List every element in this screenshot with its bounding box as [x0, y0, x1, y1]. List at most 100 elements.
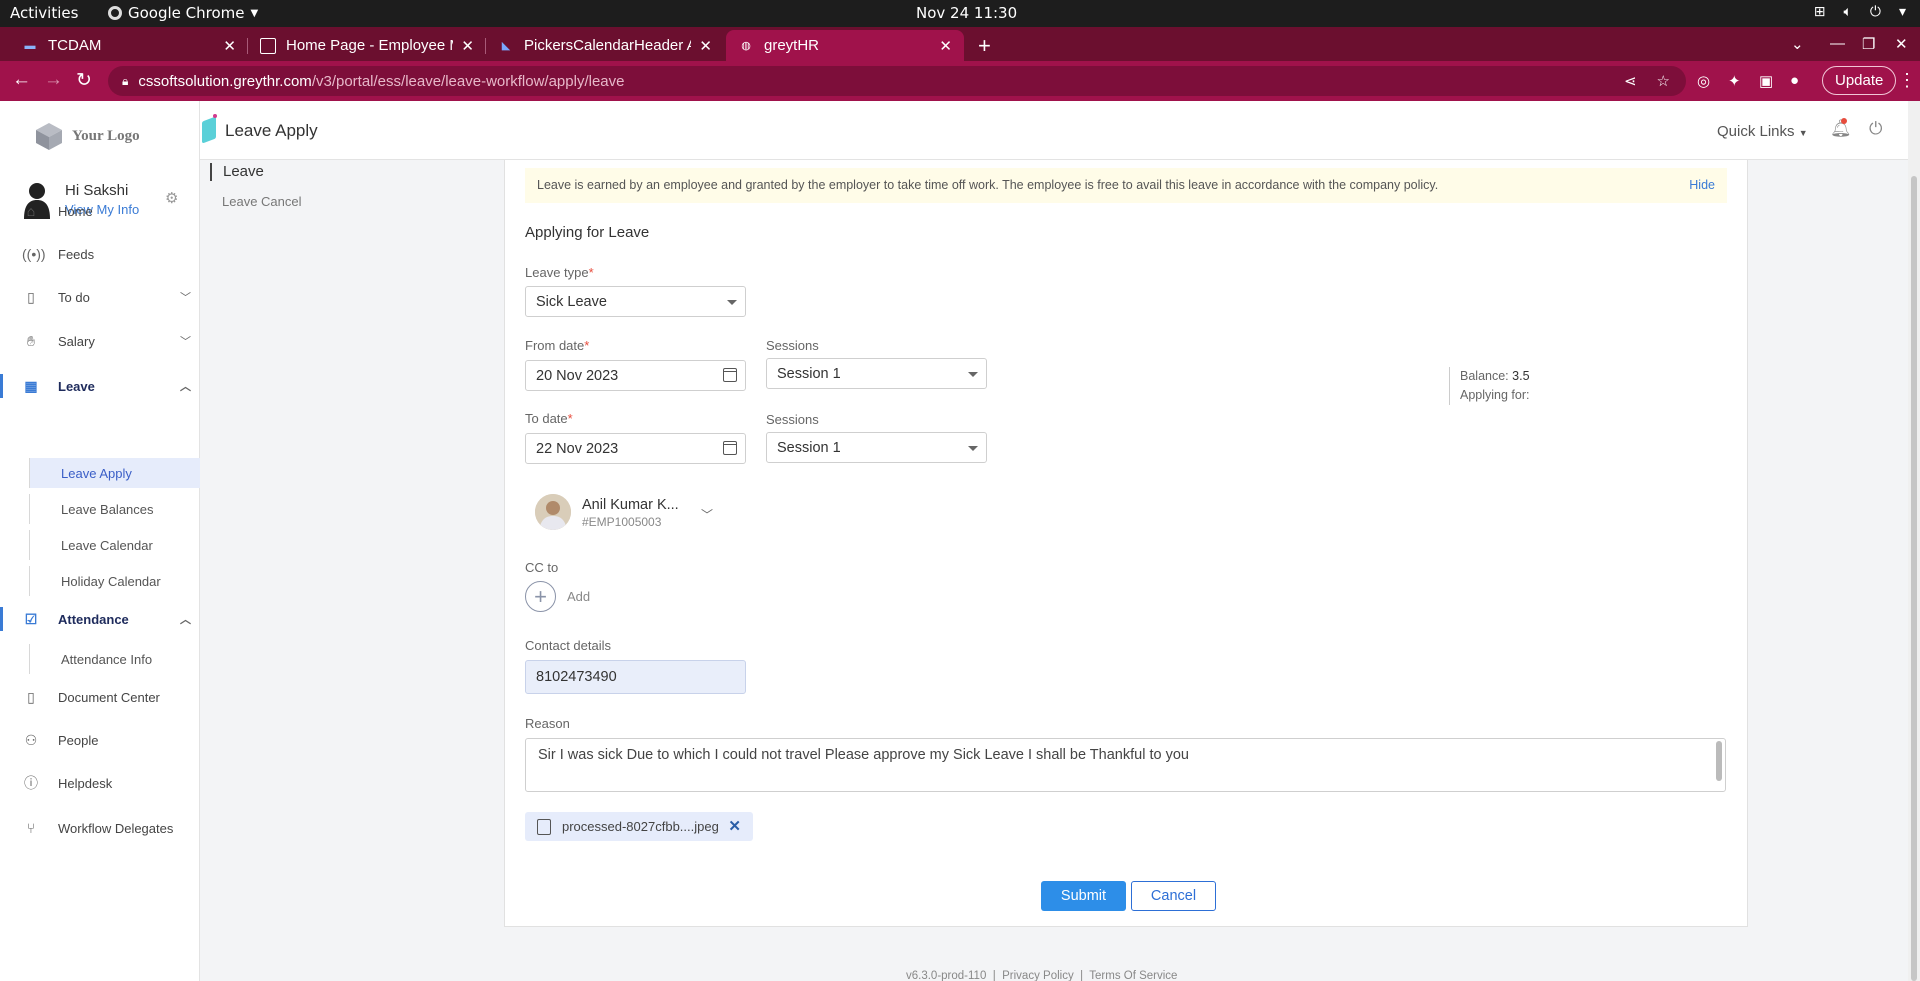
mui-favicon-icon: ◣	[501, 40, 511, 52]
side-panel-icon[interactable]: ▣	[1759, 72, 1773, 90]
leave-type-value: Sick Leave	[536, 294, 607, 310]
sidebar-item-label: Salary	[58, 333, 95, 349]
label-text: Leave type	[525, 265, 589, 280]
browser-tab-tcdam[interactable]: ▬ TCDAM ✕	[10, 30, 248, 61]
attachment-filename[interactable]: processed-8027cfbb....jpeg	[562, 819, 719, 834]
to-session-select[interactable]: Session 1	[766, 432, 987, 463]
logo-cube-icon	[36, 123, 62, 150]
form-section-title: Applying for Leave	[525, 224, 650, 241]
sidebar-item-salary[interactable]: ✋︎ Salary ﹀	[0, 325, 200, 357]
lock-icon[interactable]: 🔒︎	[122, 74, 128, 89]
sidebar-item-helpdesk[interactable]: ⓘ Helpdesk	[0, 767, 200, 799]
close-icon[interactable]: ✕	[699, 37, 712, 55]
caret-down-icon: ▼	[250, 7, 259, 19]
chevron-down-icon: ▾	[1898, 4, 1906, 20]
sidebar-item-people[interactable]: ⚇ People	[0, 724, 200, 756]
textarea-scrollbar[interactable]	[1716, 741, 1722, 781]
close-icon[interactable]: ✕	[939, 37, 952, 55]
terms-of-service-link[interactable]: Terms Of Service	[1089, 970, 1177, 981]
activities-button[interactable]: Activities	[10, 4, 78, 22]
chevron-up-icon: ︿	[180, 381, 191, 393]
update-button[interactable]: Update	[1822, 66, 1897, 95]
cc-add-button[interactable]: + Add	[525, 581, 590, 612]
section-leave[interactable]: Leave	[223, 163, 264, 180]
sidebar-item-todo[interactable]: ▯ To do ﹀	[0, 281, 200, 313]
network-icon: ⊞	[1813, 4, 1826, 20]
quick-links-dropdown[interactable]: Quick Links ▼	[1717, 123, 1808, 140]
sidebar-subitem-holiday-calendar[interactable]: Holiday Calendar	[29, 566, 200, 596]
from-session-select[interactable]: Session 1	[766, 358, 987, 389]
privacy-policy-link[interactable]: Privacy Policy	[1002, 970, 1074, 981]
sidebar-item-home[interactable]: ⌂ Home	[0, 195, 200, 227]
profile-avatar-icon[interactable]: ●	[1790, 72, 1799, 89]
cancel-button[interactable]: Cancel	[1131, 881, 1216, 911]
sidebar-item-attendance[interactable]: ☑ Attendance ︿	[0, 603, 200, 635]
contact-details-input[interactable]: 8102473490	[525, 660, 746, 694]
company-logo[interactable]: Your Logo	[34, 121, 140, 151]
to-date-input[interactable]: 22 Nov 2023	[525, 433, 746, 464]
section-leave-cancel[interactable]: Leave Cancel	[222, 194, 302, 209]
forward-arrow-icon[interactable]: →	[44, 69, 63, 91]
close-icon[interactable]: ✕	[223, 37, 236, 55]
sidebar-item-leave[interactable]: ▦ Leave ︿	[0, 370, 200, 402]
close-icon[interactable]: ✕	[461, 37, 474, 55]
bookmark-star-icon[interactable]: ☆	[1657, 72, 1670, 90]
calendar-icon[interactable]	[723, 368, 737, 382]
app-header: Leave Apply Quick Links ▼ 🔔︎ ⏻	[200, 101, 1908, 160]
window-close-icon[interactable]: ✕	[1895, 35, 1908, 53]
browser-menu-icon[interactable]: ⋮	[1898, 70, 1916, 91]
back-arrow-icon[interactable]: ←	[12, 69, 31, 91]
extension-target-icon[interactable]: ◎	[1697, 72, 1710, 90]
sidebar-item-workflow-delegates[interactable]: ⑂ Workflow Delegates	[0, 812, 200, 844]
from-date-input[interactable]: 20 Nov 2023	[525, 360, 746, 391]
logout-power-icon[interactable]: ⏻	[1869, 119, 1882, 139]
docs-favicon-icon	[260, 37, 276, 54]
reason-text: Sir I was sick Due to which I could not …	[538, 747, 1189, 763]
from-date-value: 20 Nov 2023	[536, 368, 619, 384]
approver-selector[interactable]: Anil Kumar K... #EMP1005003 ﹀	[535, 494, 735, 534]
attendance-icon: ☑	[24, 610, 38, 627]
submit-button[interactable]: Submit	[1041, 881, 1126, 911]
browser-tab-home-page[interactable]: Home Page - Employee M ✕	[248, 30, 486, 61]
leave-type-select[interactable]: Sick Leave	[525, 286, 746, 317]
chevron-down-icon: ﹀	[180, 292, 191, 304]
address-bar[interactable]: 🔒︎ cssoftsolution.greythr.com/v3/portal/…	[108, 66, 1686, 96]
remove-attachment-close-icon[interactable]: ✕	[728, 817, 741, 835]
to-date-label: To date*	[525, 411, 573, 426]
leave-apply-form: Leave is earned by an employee and grant…	[504, 160, 1748, 927]
app-menu[interactable]: Google Chrome ▼	[108, 4, 258, 22]
leave-policy-notice: Leave is earned by an employee and grant…	[525, 168, 1727, 203]
approver-avatar	[535, 494, 571, 530]
sidebar-item-document-center[interactable]: ▯ Document Center	[0, 681, 200, 713]
sidebar-subitem-leave-balances[interactable]: Leave Balances	[29, 494, 200, 524]
chevron-down-icon[interactable]: ﹀	[701, 506, 713, 523]
clock[interactable]: Nov 24 11:30	[916, 4, 1017, 22]
tab-title: TCDAM	[48, 37, 102, 54]
tab-search-chevron-icon[interactable]: ⌄	[1791, 35, 1804, 53]
image-file-icon	[537, 818, 551, 835]
sidebar-subitem-leave-apply[interactable]: Leave Apply	[29, 458, 200, 488]
sidebar-subitem-leave-calendar[interactable]: Leave Calendar	[29, 530, 200, 560]
from-date-label: From date*	[525, 338, 589, 353]
logo-text: Your Logo	[72, 127, 140, 144]
reload-icon[interactable]: ↻	[76, 69, 92, 92]
minimize-icon[interactable]: —	[1830, 35, 1845, 52]
browser-tab-pickers[interactable]: ◣ PickersCalendarHeader A ✕	[486, 30, 724, 61]
page-title-icon	[202, 116, 216, 144]
browser-tab-greythr[interactable]: ◍ greytHR ✕	[726, 30, 964, 61]
sidebar-item-feeds[interactable]: ((•)) Feeds	[0, 238, 200, 270]
extensions-puzzle-icon[interactable]: ✦	[1728, 72, 1741, 90]
reason-textarea[interactable]: Sir I was sick Due to which I could not …	[525, 738, 1726, 792]
system-tray[interactable]: ⊞ 🔈︎ ⏻ ▾	[1814, 4, 1906, 20]
scrollbar-thumb[interactable]	[1911, 176, 1917, 981]
sidebar-subitem-attendance-info[interactable]: Attendance Info	[29, 644, 200, 674]
hide-notice-link[interactable]: Hide	[1689, 178, 1715, 192]
approver-name: Anil Kumar K...	[582, 497, 679, 513]
calendar-icon[interactable]	[723, 441, 737, 455]
new-tab-plus-icon[interactable]: +	[978, 33, 991, 59]
page-title-icon-dot	[213, 114, 217, 118]
url-host: cssoftsolution.greythr.com	[138, 72, 312, 90]
share-icon[interactable]: ⋖	[1624, 72, 1637, 90]
restore-icon[interactable]: ❐	[1862, 35, 1875, 53]
page-scrollbar[interactable]	[1908, 101, 1920, 981]
